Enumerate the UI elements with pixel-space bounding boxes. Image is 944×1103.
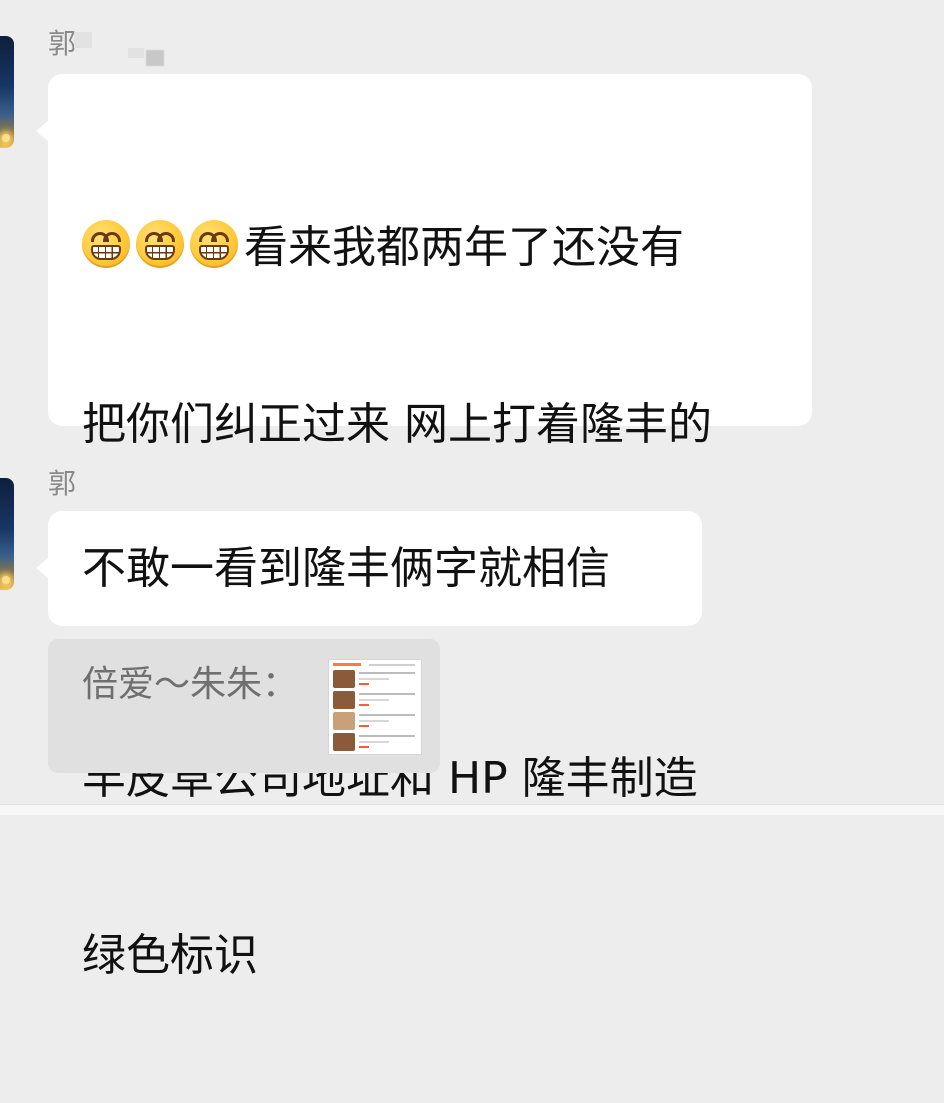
sender-name-blur [74, 32, 92, 48]
avatar[interactable] [0, 478, 14, 590]
quoted-image-thumbnail[interactable] [328, 659, 422, 755]
message-bubble[interactable]: 看来我都两年了还没有 把你们纠正过来 网上打着隆丰的 除了起程其它全部假的 认准… [36, 74, 812, 981]
quoted-message[interactable]: 倍爱～朱朱： [48, 639, 440, 773]
thumb-item [333, 691, 417, 709]
thumb-item [333, 712, 417, 730]
message-bubble[interactable]: 不敢一看到隆丰俩字就相信 [36, 511, 702, 626]
message-line: 把你们纠正过来 网上打着隆丰的 [82, 399, 712, 450]
message-text: 不敢一看到隆丰俩字就相信 [82, 543, 610, 594]
message-line-text: 看来我都两年了还没有 [244, 222, 684, 273]
sender-name-blur [128, 48, 144, 58]
avatar[interactable] [0, 36, 14, 148]
grin-emoji [136, 220, 184, 268]
avatar-light [2, 576, 10, 584]
grin-emoji [190, 220, 238, 268]
thumb-header [333, 663, 361, 666]
quote-label: 倍爱～朱朱： [82, 664, 299, 705]
thumb-header-line [369, 664, 415, 666]
thumb-item [333, 733, 417, 751]
sender-name: 郭 [48, 467, 77, 500]
thumb-item [333, 670, 417, 688]
message-line: 看来我都两年了还没有 [82, 218, 812, 277]
message-line: 绿色标识 [82, 930, 258, 981]
grin-emoji [82, 220, 130, 268]
avatar-light [2, 134, 10, 142]
sender-name-blur [146, 50, 164, 66]
sender-name: 郭 [48, 27, 77, 60]
input-area-edge [0, 804, 944, 815]
